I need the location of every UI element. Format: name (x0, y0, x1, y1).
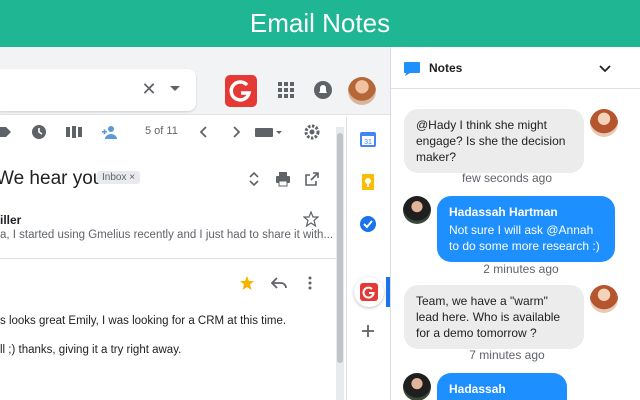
pager-count: 5 of 11 (145, 125, 178, 137)
note-timestamp: 7 minutes ago (469, 348, 545, 362)
note-text: Team, we have a "warm" lead here. Who is… (416, 294, 561, 340)
close-icon[interactable]: ✕ (138, 78, 160, 100)
note-author: Hadassah Hartman (449, 205, 558, 219)
note-bubble-outgoing: Hadassah Hartman Not sure I will ask @An… (437, 196, 615, 262)
notes-header: Notes (391, 47, 640, 89)
note-bubble-incoming: @Hady I think she might engage? Is she t… (404, 109, 584, 173)
tasks-check-icon[interactable] (359, 215, 377, 233)
search-input[interactable]: ✕ (0, 69, 196, 111)
note-timestamp: 2 minutes ago (483, 262, 559, 276)
star-outline-icon[interactable] (303, 211, 319, 227)
calendar-icon[interactable]: 31 (359, 130, 377, 148)
notes-chat-icon (404, 62, 420, 76)
snooze-clock-icon[interactable] (31, 124, 47, 140)
caret-down-icon[interactable] (168, 81, 182, 95)
expand-collapse-icon[interactable] (246, 171, 262, 187)
avatar (403, 373, 431, 400)
email-subject: We hear you (0, 168, 104, 189)
email-body-line: s looks great Emily, I was looking for a… (0, 315, 287, 327)
svg-text:31: 31 (364, 139, 372, 146)
avatar (590, 285, 618, 313)
keep-bulb-icon[interactable] (359, 173, 377, 191)
avatar[interactable] (348, 77, 376, 105)
star-filled-icon[interactable] (239, 275, 255, 291)
avatar (403, 196, 431, 224)
add-user-icon[interactable] (102, 124, 118, 140)
gmail-topbar: ✕ (0, 47, 390, 115)
banner-title: Email Notes (249, 8, 391, 38)
inbox-label-chip[interactable]: Inbox × (97, 171, 141, 184)
gmelius-rail-button[interactable] (354, 277, 384, 307)
chevron-down-icon[interactable] (598, 63, 612, 75)
note-bubble-outgoing: Hadassah Hartman (437, 373, 567, 400)
notes-title: Notes (429, 61, 463, 75)
open-new-window-icon[interactable] (304, 171, 320, 187)
note-text: Not sure I will ask @Annah to do some mo… (449, 223, 600, 253)
bell-icon[interactable] (313, 80, 333, 100)
email-snippet[interactable]: a, I started using Gmelius recently and … (0, 229, 333, 241)
email-body-line: ll ;) thanks, giving it a try right away… (0, 344, 182, 356)
note-timestamp: few seconds ago (461, 171, 553, 185)
notes-panel: Notes @Hady I think she might engage? Is… (390, 47, 640, 400)
sender-name: iller (0, 213, 22, 227)
chevron-right-icon[interactable] (228, 124, 244, 140)
add-icon[interactable] (359, 322, 377, 340)
note-author: Hadassah Hartman (449, 382, 506, 400)
note-bubble-incoming: Team, we have a "warm" lead here. Who is… (404, 285, 584, 349)
banner: Email Notes (0, 0, 640, 47)
label-icon[interactable] (0, 124, 12, 140)
addon-rail (346, 117, 390, 400)
gmail-pane: ✕ 5 of 11 We hear you Inbox × iller a, I… (0, 47, 390, 400)
keyboard-icon[interactable] (255, 124, 283, 140)
reply-icon[interactable] (271, 275, 287, 291)
gmelius-logo-icon[interactable] (225, 75, 257, 107)
chevron-left-icon[interactable] (196, 124, 212, 140)
more-vert-icon[interactable] (305, 275, 315, 291)
email-toolbar: 5 of 11 (0, 117, 390, 147)
avatar (590, 109, 618, 137)
message-divider (0, 258, 336, 259)
gear-icon[interactable] (304, 124, 320, 140)
note-text: @Hady I think she might engage? Is she t… (416, 118, 566, 164)
print-icon[interactable] (275, 171, 291, 187)
board-icon[interactable] (66, 124, 82, 140)
apps-grid-icon[interactable] (276, 80, 296, 100)
scrollbar-thumb[interactable] (337, 133, 343, 363)
